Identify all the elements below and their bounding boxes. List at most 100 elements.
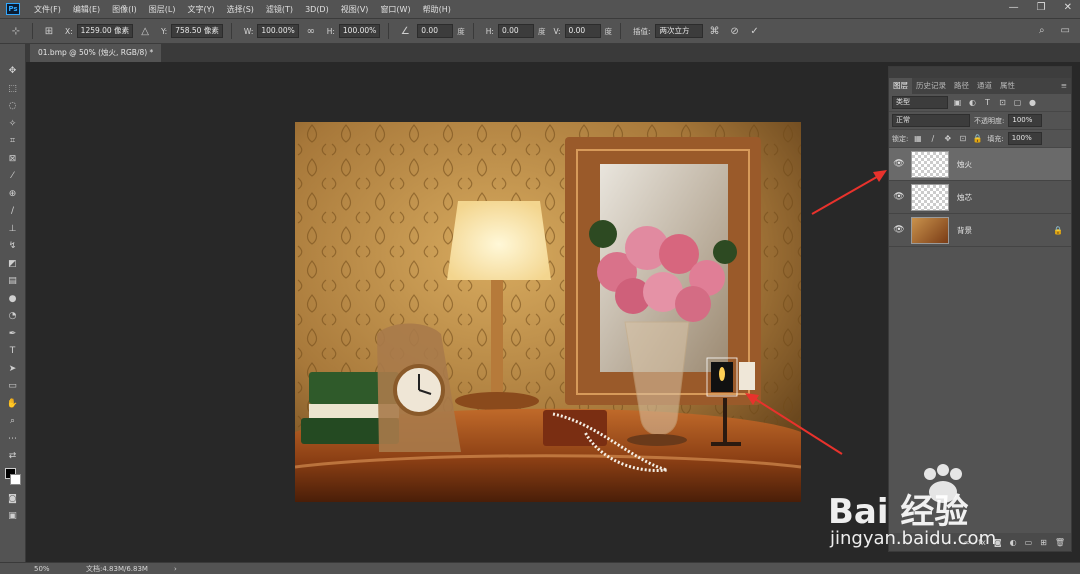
tab-history[interactable]: 历史记录 xyxy=(912,78,950,94)
commit-transform-icon[interactable]: ✓ xyxy=(747,26,763,37)
tab-layers[interactable]: 图层 xyxy=(889,78,912,94)
layer-row-background[interactable]: 👁 背景 🔒 xyxy=(889,214,1071,247)
angle-field[interactable]: 0.00 xyxy=(417,24,454,38)
lock-transparent-icon[interactable]: ▦ xyxy=(912,134,923,143)
workspace-icon[interactable]: ▭ xyxy=(1061,25,1070,36)
opacity-field[interactable]: 100% xyxy=(1008,114,1043,127)
layer-name[interactable]: 背景 xyxy=(957,225,1053,236)
vskew-field[interactable]: 0.00 xyxy=(564,24,601,38)
delete-layer-icon[interactable]: 🗑 xyxy=(1055,538,1065,547)
visibility-eye-icon[interactable]: 👁 xyxy=(889,225,909,235)
hand-tool-icon[interactable]: ✋ xyxy=(4,397,22,412)
layer-row-candle-wick[interactable]: 👁 烛芯 xyxy=(889,181,1071,214)
lock-position-icon[interactable]: ✥ xyxy=(942,134,953,143)
search-icon[interactable]: ⌕ xyxy=(1039,25,1045,36)
layer-thumbnail xyxy=(911,183,949,211)
watermark-url: jingyan.baidu.com xyxy=(830,528,997,549)
filter-toggle-icon[interactable]: ● xyxy=(1027,98,1038,107)
hskew-field[interactable]: 0.00 xyxy=(497,24,534,38)
panel-tabs: 图层 历史记录 路径 通道 属性 ≡ xyxy=(889,78,1071,94)
frame-tool-icon[interactable]: ⊠ xyxy=(4,152,22,167)
filter-type-icon[interactable]: T xyxy=(982,98,993,107)
x-field[interactable]: 1259.00 像素 xyxy=(76,24,134,38)
layer-filter-select[interactable]: 类型 xyxy=(892,96,948,109)
menu-filter[interactable]: 滤镜(T) xyxy=(260,4,299,15)
healing-brush-tool-icon[interactable]: ⊕ xyxy=(4,187,22,202)
menu-type[interactable]: 文字(Y) xyxy=(181,4,220,15)
lock-artboard-icon[interactable]: ⊡ xyxy=(957,134,968,143)
more-tools-icon[interactable]: ⋯ xyxy=(4,432,22,447)
history-brush-tool-icon[interactable]: ↯ xyxy=(4,239,22,254)
lock-image-icon[interactable]: ∕ xyxy=(927,134,938,143)
type-tool-icon[interactable]: T xyxy=(4,344,22,359)
menu-window[interactable]: 窗口(W) xyxy=(374,4,416,15)
background-color[interactable] xyxy=(9,473,21,485)
menu-layer[interactable]: 图层(L) xyxy=(143,4,182,15)
filter-adjustment-icon[interactable]: ◐ xyxy=(967,98,978,107)
delta-icon[interactable]: △ xyxy=(137,26,153,37)
eyedropper-tool-icon[interactable]: ⁄ xyxy=(4,169,22,184)
stamp-tool-icon[interactable]: ⊥ xyxy=(4,222,22,237)
filter-pixel-icon[interactable]: ▣ xyxy=(952,98,963,107)
visibility-eye-icon[interactable]: 👁 xyxy=(889,192,909,202)
layer-row-candle-flame[interactable]: 👁 烛火 xyxy=(889,148,1071,181)
filter-shape-icon[interactable]: ⊡ xyxy=(997,98,1008,107)
fill-field[interactable]: 100% xyxy=(1007,132,1042,145)
height-field[interactable]: 100.00% xyxy=(338,24,381,38)
screen-mode-icon[interactable]: ▣ xyxy=(4,509,22,524)
width-field[interactable]: 100.00% xyxy=(257,24,299,38)
tab-paths[interactable]: 路径 xyxy=(950,78,973,94)
blend-mode-select[interactable]: 正常 xyxy=(892,114,970,127)
divider xyxy=(620,23,621,39)
dodge-tool-icon[interactable]: ◔ xyxy=(4,309,22,324)
status-menu-arrow[interactable]: › xyxy=(174,565,177,573)
gradient-tool-icon[interactable]: ▤ xyxy=(4,274,22,289)
tab-properties[interactable]: 属性 xyxy=(996,78,1019,94)
new-layer-icon[interactable]: ⊞ xyxy=(1040,538,1047,547)
cancel-transform-icon[interactable]: ⊘ xyxy=(727,26,743,37)
divider xyxy=(230,23,232,39)
color-swatches[interactable] xyxy=(4,467,22,489)
menu-image[interactable]: 图像(I) xyxy=(106,4,143,15)
layer-name[interactable]: 烛火 xyxy=(957,159,1071,170)
close-icon[interactable]: ✕ xyxy=(1064,2,1072,13)
interpolation-select[interactable]: 两次立方 xyxy=(654,24,703,38)
zoom-tool-icon[interactable]: ⌕ xyxy=(4,414,22,429)
marquee-tool-icon[interactable]: ⬚ xyxy=(4,82,22,97)
opacity-label: 不透明度: xyxy=(974,116,1005,125)
canvas-area[interactable] xyxy=(27,62,887,562)
path-selection-tool-icon[interactable]: ➤ xyxy=(4,362,22,377)
blur-tool-icon[interactable]: ● xyxy=(4,292,22,307)
magic-wand-tool-icon[interactable]: ✧ xyxy=(4,117,22,132)
move-tool-preset-icon[interactable]: ⊹ xyxy=(8,26,24,37)
warp-icon[interactable]: ⌘ xyxy=(707,26,723,37)
pen-tool-icon[interactable]: ✒ xyxy=(4,327,22,342)
lasso-tool-icon[interactable]: ◌ xyxy=(4,99,22,114)
minimize-icon[interactable]: — xyxy=(1009,2,1019,13)
move-tool-icon[interactable]: ✥ xyxy=(4,64,22,79)
menu-3d[interactable]: 3D(D) xyxy=(299,5,335,14)
shape-tool-icon[interactable]: ▭ xyxy=(4,379,22,394)
menu-edit[interactable]: 编辑(E) xyxy=(67,4,106,15)
tab-channels[interactable]: 通道 xyxy=(973,78,996,94)
zoom-level[interactable]: 50% xyxy=(0,565,60,573)
reference-point-icon[interactable]: ⊞ xyxy=(41,26,57,37)
document-tab[interactable]: 01.bmp @ 50% (烛火, RGB/8) * xyxy=(30,44,162,62)
crop-tool-icon[interactable]: ⌗ xyxy=(4,134,22,149)
restore-icon[interactable]: ❐ xyxy=(1037,2,1046,13)
brush-tool-icon[interactable]: ∕ xyxy=(4,204,22,219)
layer-name[interactable]: 烛芯 xyxy=(957,192,1071,203)
menu-file[interactable]: 文件(F) xyxy=(28,4,67,15)
link-icon[interactable]: ∞ xyxy=(303,26,319,37)
y-field[interactable]: 758.50 像素 xyxy=(171,24,223,38)
menu-help[interactable]: 帮助(H) xyxy=(417,4,457,15)
menu-view[interactable]: 视图(V) xyxy=(335,4,375,15)
filter-smart-icon[interactable]: ▢ xyxy=(1012,98,1023,107)
lock-all-icon[interactable]: 🔒 xyxy=(972,134,983,143)
panel-menu-icon[interactable]: ≡ xyxy=(1057,78,1071,94)
visibility-eye-icon[interactable]: 👁 xyxy=(889,159,909,169)
menu-select[interactable]: 选择(S) xyxy=(221,4,260,15)
quick-mask-icon[interactable]: ◙ xyxy=(4,492,22,507)
swap-colors-icon[interactable]: ⇄ xyxy=(4,449,22,464)
eraser-tool-icon[interactable]: ◩ xyxy=(4,257,22,272)
